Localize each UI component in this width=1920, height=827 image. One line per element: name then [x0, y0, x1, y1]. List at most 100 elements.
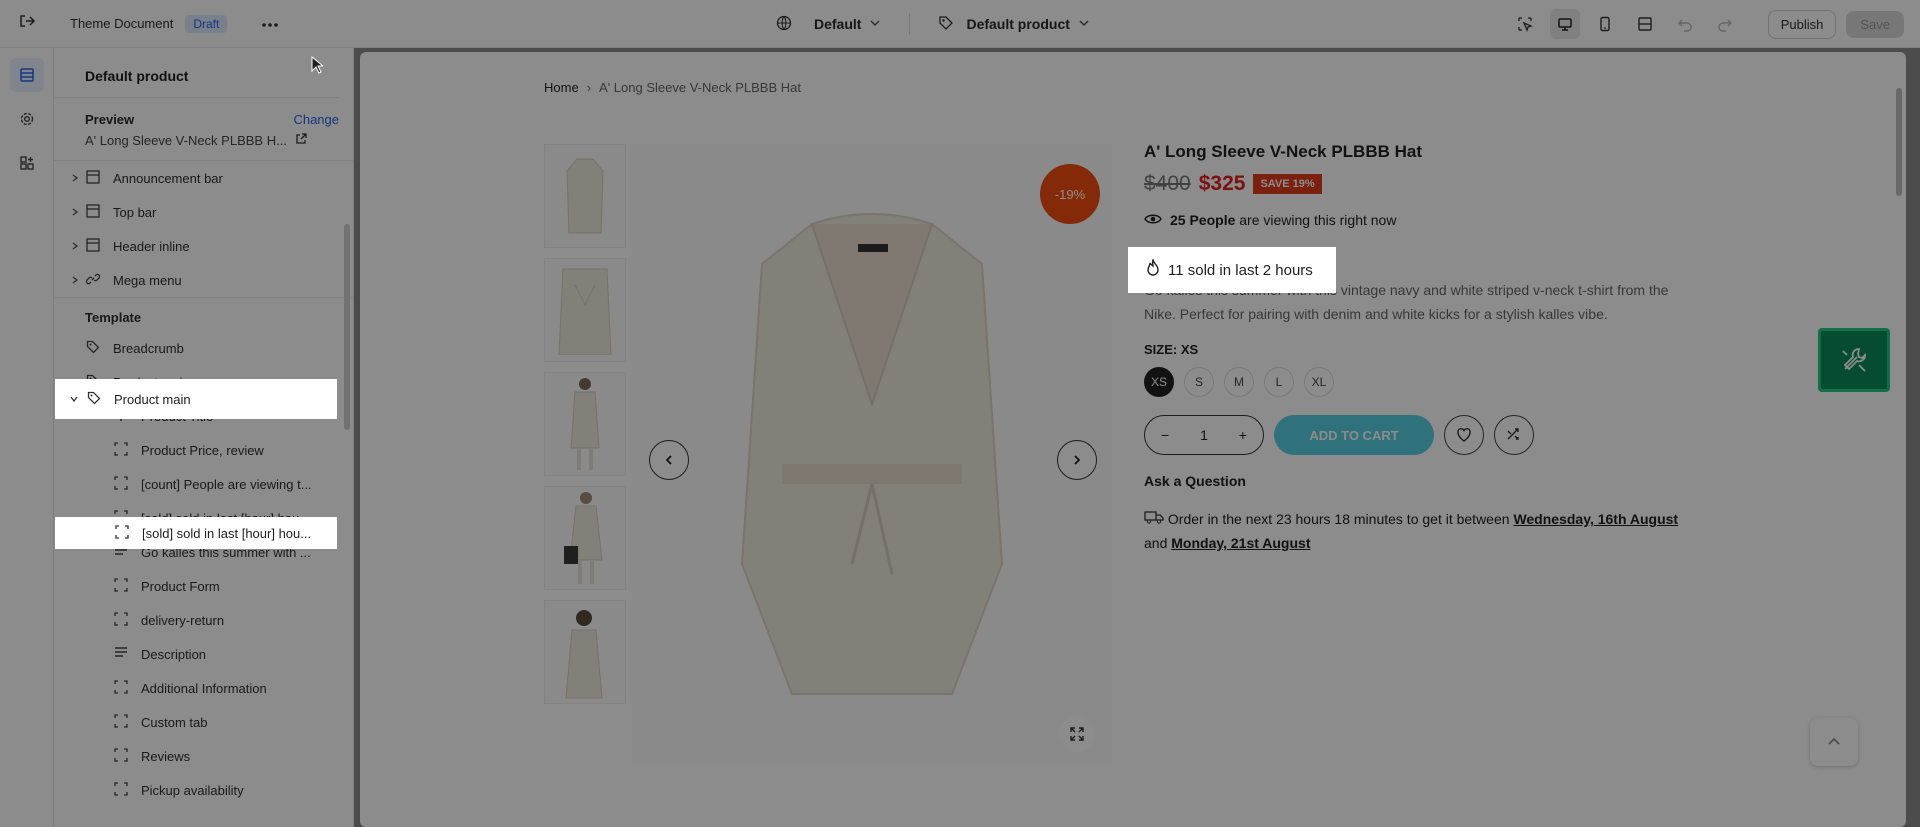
- thumbnail[interactable]: [544, 600, 626, 704]
- sidebar-child-price-review[interactable]: Product Price, review: [54, 433, 353, 467]
- size-option[interactable]: L: [1264, 367, 1294, 397]
- chevron-right-icon[interactable]: [70, 273, 80, 288]
- sidebar-item-label: Reviews: [141, 748, 191, 764]
- sidebar-item-label: delivery-return: [141, 612, 225, 628]
- section-icon: [86, 169, 100, 187]
- sidebar-child-reviews[interactable]: Reviews: [54, 739, 353, 773]
- sidebar-item-label: Additional Information: [141, 680, 267, 696]
- paragraph-icon: [114, 646, 128, 663]
- desktop-view-icon[interactable]: [1549, 9, 1580, 39]
- chevron-right-icon[interactable]: [70, 171, 80, 186]
- sold-in-last-highlight[interactable]: 11 sold in last 2 hours: [1128, 247, 1336, 293]
- sidebar-item-label: [sold] sold in last [hour] hou...: [142, 525, 312, 541]
- theme-title: Theme Document: [70, 16, 174, 31]
- product-selector-label: Default product: [966, 16, 1070, 32]
- save-button[interactable]: Save: [1846, 10, 1904, 38]
- chevron-down-icon: [1078, 16, 1090, 32]
- sidebar-item-label: Announcement bar: [113, 170, 223, 186]
- chevron-right-icon[interactable]: [70, 205, 80, 220]
- redo-icon[interactable]: [1710, 9, 1740, 39]
- publish-button[interactable]: Publish: [1767, 9, 1837, 39]
- top-bar: Theme Document Draft Default Default pro…: [0, 0, 1920, 48]
- sidebar-child-pickup[interactable]: Pickup availability: [54, 773, 353, 807]
- undo-icon[interactable]: [1670, 9, 1700, 39]
- breadcrumb-current: A' Long Sleeve V-Neck PLBBB Hat: [599, 80, 801, 95]
- mobile-view-icon[interactable]: [1590, 9, 1620, 39]
- ask-question-link[interactable]: Ask a Question: [1144, 473, 1704, 489]
- section-list: Announcement bar Top bar Header inline M…: [54, 161, 353, 807]
- apps-icon[interactable]: [10, 146, 44, 180]
- block-icon: [114, 747, 128, 765]
- preview-label: Preview: [85, 112, 135, 127]
- canvas-scrollbar[interactable]: [1896, 88, 1902, 196]
- block-icon: [114, 713, 128, 731]
- sidebar-child-delivery-return[interactable]: delivery-return: [54, 603, 353, 637]
- more-options-icon[interactable]: [261, 15, 279, 33]
- thumbnail[interactable]: [544, 486, 626, 590]
- qty-plus-button[interactable]: +: [1239, 427, 1247, 443]
- template-selector[interactable]: Default: [776, 15, 881, 34]
- sidebar-item-header-inline[interactable]: Header inline: [54, 229, 353, 263]
- add-to-cart-button[interactable]: ADD TO CART: [1274, 415, 1434, 455]
- inspector-icon[interactable]: [1510, 9, 1540, 39]
- change-link[interactable]: Change: [293, 112, 339, 127]
- size-option[interactable]: XS: [1144, 367, 1174, 397]
- back-to-top-button[interactable]: [1810, 718, 1858, 766]
- prev-image-button[interactable]: [649, 440, 689, 480]
- viewing-text: are viewing this right now: [1239, 212, 1397, 228]
- wishlist-heart-icon[interactable]: [1444, 415, 1484, 455]
- sidebar-child-product-form[interactable]: Product Form: [54, 569, 353, 603]
- fullscreen-view-icon[interactable]: [1630, 9, 1660, 39]
- next-image-button[interactable]: [1057, 440, 1097, 480]
- save-badge: SAVE 19%: [1253, 174, 1322, 194]
- thumbnail[interactable]: [544, 372, 626, 476]
- section-icon: [86, 203, 100, 221]
- tools-wrench-icon[interactable]: [1818, 328, 1890, 392]
- exit-icon[interactable]: [18, 12, 36, 35]
- quantity-stepper: − 1 +: [1144, 415, 1264, 455]
- qty-minus-button[interactable]: −: [1161, 427, 1169, 443]
- block-icon: [114, 781, 128, 799]
- tag-icon: [86, 340, 100, 357]
- breadcrumb-home[interactable]: Home: [544, 80, 579, 95]
- sidebar-item-product-main-highlight[interactable]: Product main: [55, 379, 337, 419]
- product-selector[interactable]: Default product: [938, 15, 1089, 34]
- delivery-date-end: Monday, 21st August: [1171, 535, 1311, 551]
- sidebar-child-description[interactable]: Description: [54, 637, 353, 671]
- sale-badge: -19%: [1040, 164, 1100, 224]
- eye-icon: [1144, 212, 1162, 228]
- size-label: SIZE: XS: [1144, 342, 1199, 357]
- sections-icon[interactable]: [9, 58, 44, 92]
- chevron-right-icon[interactable]: [70, 239, 80, 254]
- size-option[interactable]: XL: [1304, 367, 1334, 397]
- product-main-image[interactable]: -19%: [632, 144, 1112, 764]
- thumbnail[interactable]: [544, 144, 626, 248]
- sidebar-item-breadcrumb[interactable]: Breadcrumb: [54, 331, 353, 365]
- sidebar-child-additional-info[interactable]: Additional Information: [54, 671, 353, 705]
- sidebar-child-people-viewing[interactable]: [count] People are viewing t...: [54, 467, 353, 501]
- preview-product-name: A' Long Sleeve V-Neck PLBBB H...: [85, 133, 287, 148]
- external-link-icon[interactable]: [295, 133, 307, 148]
- sidebar-item-top-bar[interactable]: Top bar: [54, 195, 353, 229]
- sidebar-scrollbar[interactable]: [344, 224, 350, 430]
- thumbnail[interactable]: [544, 258, 626, 362]
- chevron-down-icon[interactable]: [69, 392, 79, 407]
- sidebar-item-label: Product Price, review: [141, 442, 264, 458]
- sidebar-child-sold-highlight[interactable]: [sold] sold in last [hour] hou...: [55, 517, 337, 549]
- qty-value[interactable]: 1: [1200, 427, 1208, 443]
- compare-shuffle-icon[interactable]: [1494, 415, 1534, 455]
- sidebar-item-announcement-bar[interactable]: Announcement bar: [54, 161, 353, 195]
- size-option[interactable]: M: [1224, 367, 1254, 397]
- viewing-now: 25 People are viewing this right now: [1144, 212, 1704, 228]
- status-badge: Draft: [185, 14, 228, 33]
- sidebar-item-mega-menu[interactable]: Mega menu: [54, 263, 353, 297]
- sidebar-child-custom-tab[interactable]: Custom tab: [54, 705, 353, 739]
- sidebar-item-label: Header inline: [113, 238, 190, 254]
- settings-gear-icon[interactable]: [10, 102, 44, 136]
- size-option[interactable]: S: [1184, 367, 1214, 397]
- viewing-count: 25 People: [1170, 212, 1236, 228]
- block-icon: [115, 524, 129, 542]
- delivery-estimate: Order in the next 23 hours 18 minutes to…: [1144, 507, 1704, 555]
- zoom-icon[interactable]: [1059, 716, 1095, 752]
- section-icon: [86, 237, 100, 255]
